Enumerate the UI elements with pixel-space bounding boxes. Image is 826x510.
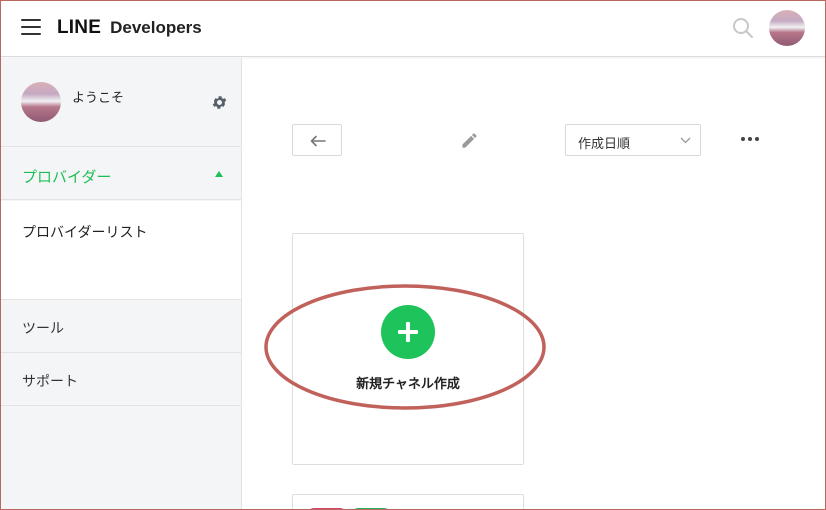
channel-card[interactable] (292, 494, 524, 509)
sort-select[interactable]: 作成日順 (565, 124, 701, 156)
sidebar-item-provider[interactable]: プロバイダー (1, 148, 241, 200)
sidebar-item-label: ツール (22, 320, 64, 336)
avatar (21, 82, 61, 122)
brand-line-text: LINE (57, 17, 102, 38)
top-header: LINE Developers (1, 1, 825, 57)
more-horizontal-icon[interactable] (741, 131, 763, 147)
pencil-icon[interactable] (460, 131, 479, 150)
provider-submenu: プロバイダーリスト (1, 201, 241, 300)
sidebar: ようこそ プロバイダー プロバイダーリスト ツール サポート (1, 58, 242, 509)
new-channel-card[interactable]: 新規チャネル作成 (292, 233, 524, 465)
hamburger-menu-icon[interactable] (21, 19, 41, 35)
chevron-down-icon (680, 137, 691, 144)
sidebar-item-support[interactable]: サポート (1, 353, 241, 406)
sidebar-item-tools[interactable]: ツール (1, 300, 241, 353)
brand-logo[interactable]: LINE Developers (57, 17, 202, 39)
sidebar-item-label: プロバイダー (22, 169, 112, 186)
avatar[interactable] (769, 10, 805, 46)
brand-developers-text: Developers (110, 18, 202, 37)
sidebar-profile: ようこそ (1, 58, 241, 147)
sidebar-item-label: サポート (22, 373, 78, 389)
app-window: LINE Developers ようこそ プロバイダー プロバイダーリスト ツー… (0, 0, 826, 510)
caret-up-icon (215, 171, 223, 177)
back-button[interactable] (292, 124, 342, 156)
plus-circle-icon[interactable] (381, 305, 435, 359)
sidebar-item-provider-list[interactable]: プロバイダーリスト (22, 222, 147, 242)
new-channel-label: 新規チャネル作成 (356, 376, 460, 391)
arrow-left-icon (310, 135, 326, 147)
welcome-text: ようこそ (72, 90, 125, 105)
sort-select-value: 作成日順 (578, 136, 631, 151)
gear-icon[interactable] (211, 94, 228, 111)
search-icon[interactable] (732, 17, 754, 39)
